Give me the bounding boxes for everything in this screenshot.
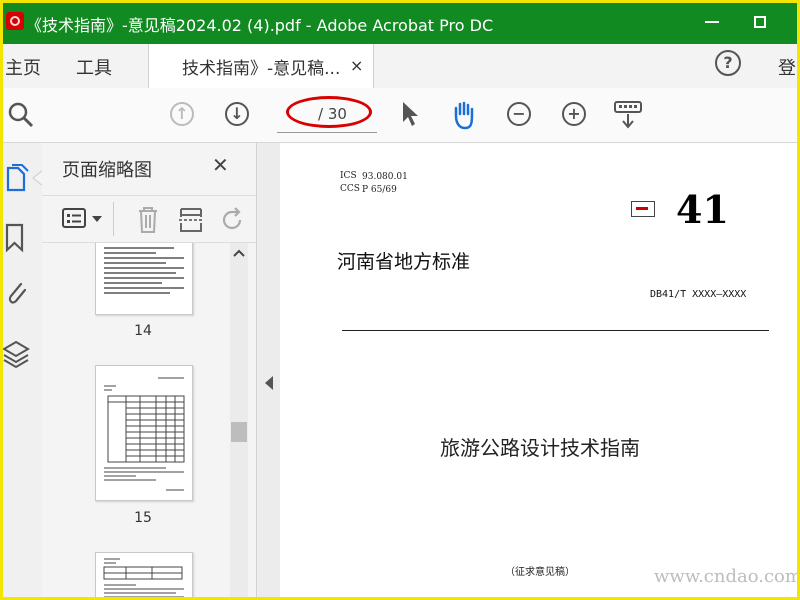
highlight-frame [0, 0, 800, 600]
